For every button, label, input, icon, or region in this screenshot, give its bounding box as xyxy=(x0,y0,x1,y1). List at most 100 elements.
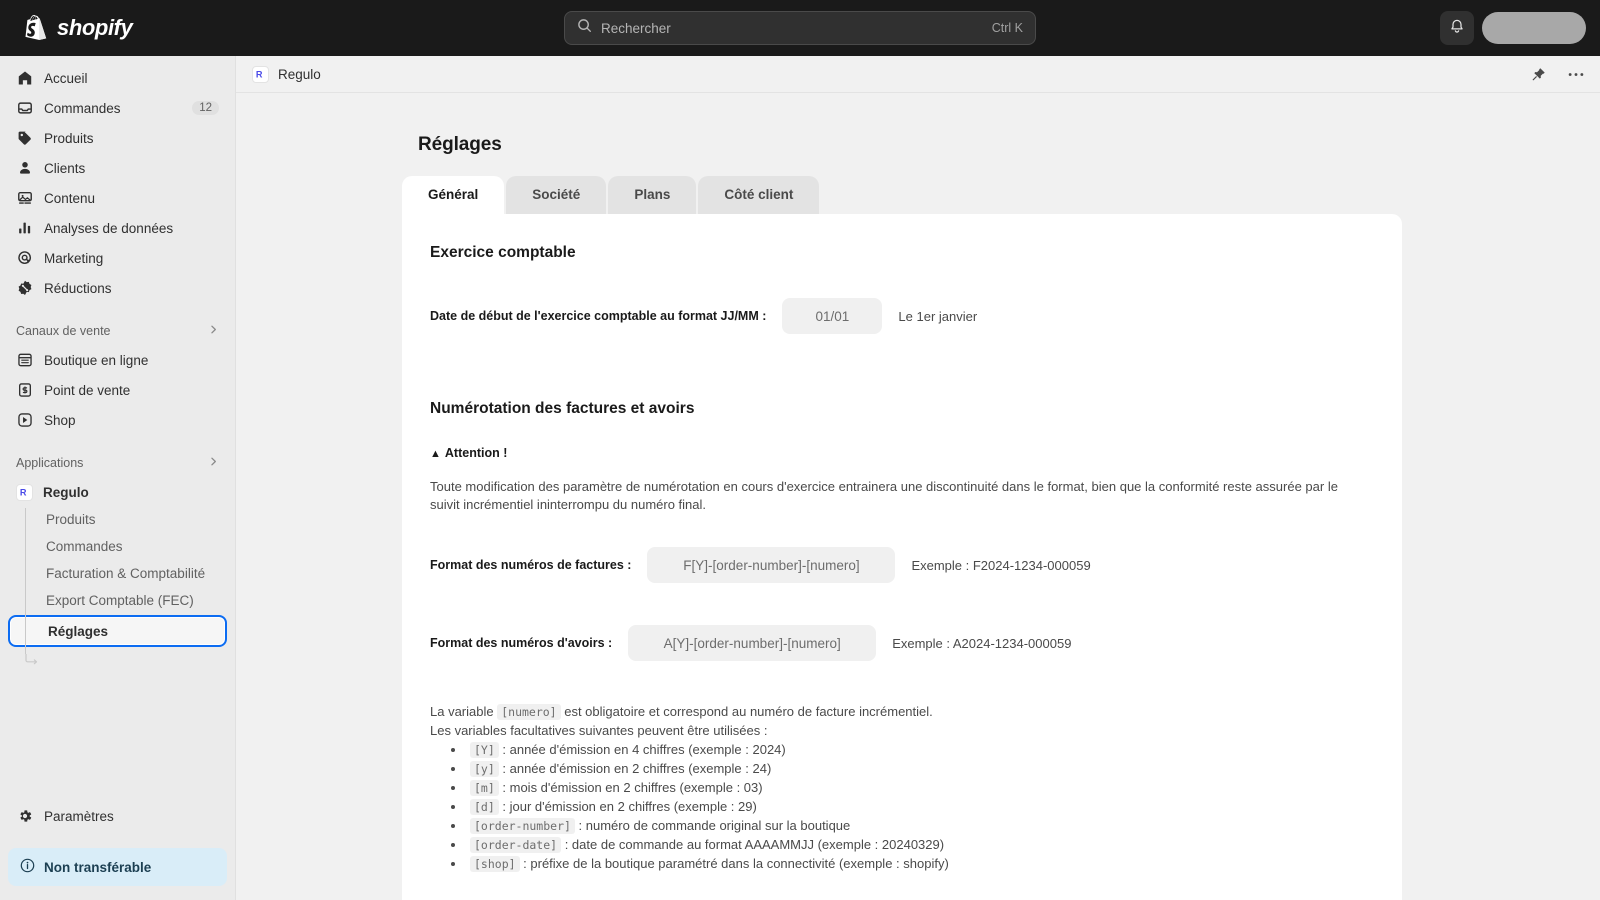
invoice-format-label: Format des numéros de factures : xyxy=(430,558,632,573)
shopify-brand[interactable]: shopify xyxy=(0,15,133,41)
sidebar-label: Boutique en ligne xyxy=(44,352,149,368)
section-title: Applications xyxy=(16,456,84,470)
chevron-right-icon[interactable] xyxy=(208,456,219,470)
sidebar-subitem-produits[interactable]: Produits xyxy=(8,506,227,533)
breadcrumb[interactable]: R Regulo xyxy=(252,65,321,83)
bar-chart-icon xyxy=(16,219,34,237)
fiscal-year-start-row: Date de début de l'exercice comptable au… xyxy=(430,298,1374,334)
sidebar-subitem-facturation-comptabilite[interactable]: Facturation & Comptabilité xyxy=(8,560,227,587)
avatar[interactable] xyxy=(1482,12,1586,44)
list-item: [shop] : préfixe de la boutique paramétr… xyxy=(466,855,1374,874)
variable-token: [y] xyxy=(470,760,499,777)
variable-token: [order-number] xyxy=(470,817,575,834)
settings-card: Exercice comptable Date de début de l'ex… xyxy=(402,214,1402,900)
sidebar-label: Shop xyxy=(44,412,76,428)
credit-format-row: Format des numéros d'avoirs : A[Y]-[orde… xyxy=(430,625,1374,662)
search-shortcut: Ctrl K xyxy=(991,21,1023,35)
sidebar-section-applications[interactable]: Applications xyxy=(8,450,227,476)
pin-icon[interactable] xyxy=(1528,64,1548,84)
fiscal-year-start-hint: Le 1er janvier xyxy=(898,308,978,324)
sidebar: Accueil Commandes 12 Produits Clients Co… xyxy=(0,56,236,900)
sidebar-item-analyses[interactable]: Analyses de données xyxy=(8,214,227,242)
numero-token: [numero] xyxy=(497,704,561,721)
subitem-label: Export Comptable (FEC) xyxy=(46,593,194,608)
orders-inbox-icon xyxy=(16,99,34,117)
tab-label: Côté client xyxy=(724,187,794,202)
warning-text: Toute modification des paramètre de numé… xyxy=(430,479,1338,512)
sidebar-item-boutique-en-ligne[interactable]: Boutique en ligne xyxy=(8,346,227,374)
tag-icon xyxy=(16,129,34,147)
sidebar-item-shop[interactable]: Shop xyxy=(8,406,227,434)
sidebar-item-contenu[interactable]: Contenu xyxy=(8,184,227,212)
variable-desc: : année d'émission en 4 chiffres (exempl… xyxy=(498,741,786,757)
breadcrumb-app-name: Regulo xyxy=(278,66,321,82)
subitem-label: Réglages xyxy=(48,623,109,639)
list-item: [m] : mois d'émission en 2 chiffres (exe… xyxy=(466,779,1374,798)
tab-label: Général xyxy=(428,187,479,202)
sidebar-item-clients[interactable]: Clients xyxy=(8,154,227,182)
sidebar-item-point-de-vente[interactable]: Point de vente xyxy=(8,376,227,404)
discount-badge-icon xyxy=(16,279,34,297)
app-bar-actions xyxy=(1528,64,1586,84)
top-bar: shopify Rechercher Ctrl K xyxy=(0,0,1600,56)
app-bar: R Regulo xyxy=(236,56,1600,93)
variable-desc: : mois d'émission en 2 chiffres (exemple… xyxy=(498,779,763,795)
notifications-button[interactable] xyxy=(1440,11,1474,45)
sidebar-item-reductions[interactable]: Réductions xyxy=(8,274,227,302)
sidebar-label: Regulo xyxy=(43,484,89,500)
sidebar-label: Point de vente xyxy=(44,382,131,398)
required-intro-b: est obligatoire et correspond au numéro … xyxy=(560,704,933,720)
tab-cote-client[interactable]: Côté client xyxy=(698,176,820,214)
sidebar-item-accueil[interactable]: Accueil xyxy=(8,64,227,92)
section-heading-numerotation: Numérotation des factures et avoirs xyxy=(430,400,695,417)
chevron-right-icon[interactable] xyxy=(208,324,219,338)
sidebar-label: Réductions xyxy=(44,280,112,296)
banner-label: Non transférable xyxy=(44,859,152,875)
variable-desc: : préfixe de la boutique paramétré dans … xyxy=(519,855,949,871)
sidebar-item-marketing[interactable]: Marketing xyxy=(8,244,227,272)
tab-plans[interactable]: Plans xyxy=(608,176,697,214)
sidebar-section-sales-channels[interactable]: Canaux de vente xyxy=(8,318,227,344)
fiscal-year-start-input[interactable]: 01/01 xyxy=(782,298,883,334)
point-of-sale-icon xyxy=(16,381,34,399)
orders-count-badge: 12 xyxy=(192,101,219,115)
section-heading-exercice-comptable: Exercice comptable xyxy=(430,244,576,261)
variable-token: [Y] xyxy=(470,741,499,758)
credit-format-input[interactable]: A[Y]-[order-number]-[numero] xyxy=(628,625,877,662)
gear-icon xyxy=(16,807,34,825)
ellipsis-icon[interactable] xyxy=(1566,64,1586,84)
search-input[interactable]: Rechercher xyxy=(601,21,983,36)
tab-label: Plans xyxy=(634,187,671,202)
subitem-label: Commandes xyxy=(46,539,123,554)
section-title: Canaux de vente xyxy=(16,324,111,338)
required-intro-a: La variable xyxy=(430,704,498,720)
tree-elbow-icon xyxy=(25,652,39,665)
sidebar-item-regulo[interactable]: R Regulo xyxy=(8,478,227,506)
sidebar-subitem-reglages[interactable]: Réglages xyxy=(8,615,227,647)
topbar-right-actions xyxy=(1440,11,1600,45)
tab-societe[interactable]: Société xyxy=(506,176,607,214)
list-item: [order-number] : numéro de commande orig… xyxy=(466,817,1374,836)
global-search[interactable]: Rechercher Ctrl K xyxy=(564,11,1036,45)
person-icon xyxy=(16,159,34,177)
settings-tabs: Général Société Plans Côté client xyxy=(402,176,1600,214)
tree-line xyxy=(25,508,26,654)
fiscal-year-start-label: Date de début de l'exercice comptable au… xyxy=(430,309,767,323)
variable-desc: : date de commande au format AAAAMMJJ (e… xyxy=(561,836,945,852)
svg-text:R: R xyxy=(256,69,263,79)
sidebar-subitem-export-comptable-fec[interactable]: Export Comptable (FEC) xyxy=(8,587,227,614)
tab-label: Société xyxy=(532,187,581,202)
variable-token: [d] xyxy=(470,798,499,815)
variables-list: [Y] : année d'émission en 4 chiffres (ex… xyxy=(466,741,1374,874)
sidebar-subitem-commandes[interactable]: Commandes xyxy=(8,533,227,560)
home-icon xyxy=(16,69,34,87)
invoice-format-input[interactable]: F[Y]-[order-number]-[numero] xyxy=(647,547,896,584)
tab-general[interactable]: Général xyxy=(402,176,505,214)
sidebar-item-parametres[interactable]: Paramètres xyxy=(8,802,227,830)
variable-token: [order-date] xyxy=(470,836,562,853)
optional-variables-intro: Les variables facultatives suivantes peu… xyxy=(430,722,768,738)
bell-icon xyxy=(1449,18,1465,39)
sidebar-label: Produits xyxy=(44,130,94,146)
sidebar-item-commandes[interactable]: Commandes 12 xyxy=(8,94,227,122)
sidebar-item-produits[interactable]: Produits xyxy=(8,124,227,152)
